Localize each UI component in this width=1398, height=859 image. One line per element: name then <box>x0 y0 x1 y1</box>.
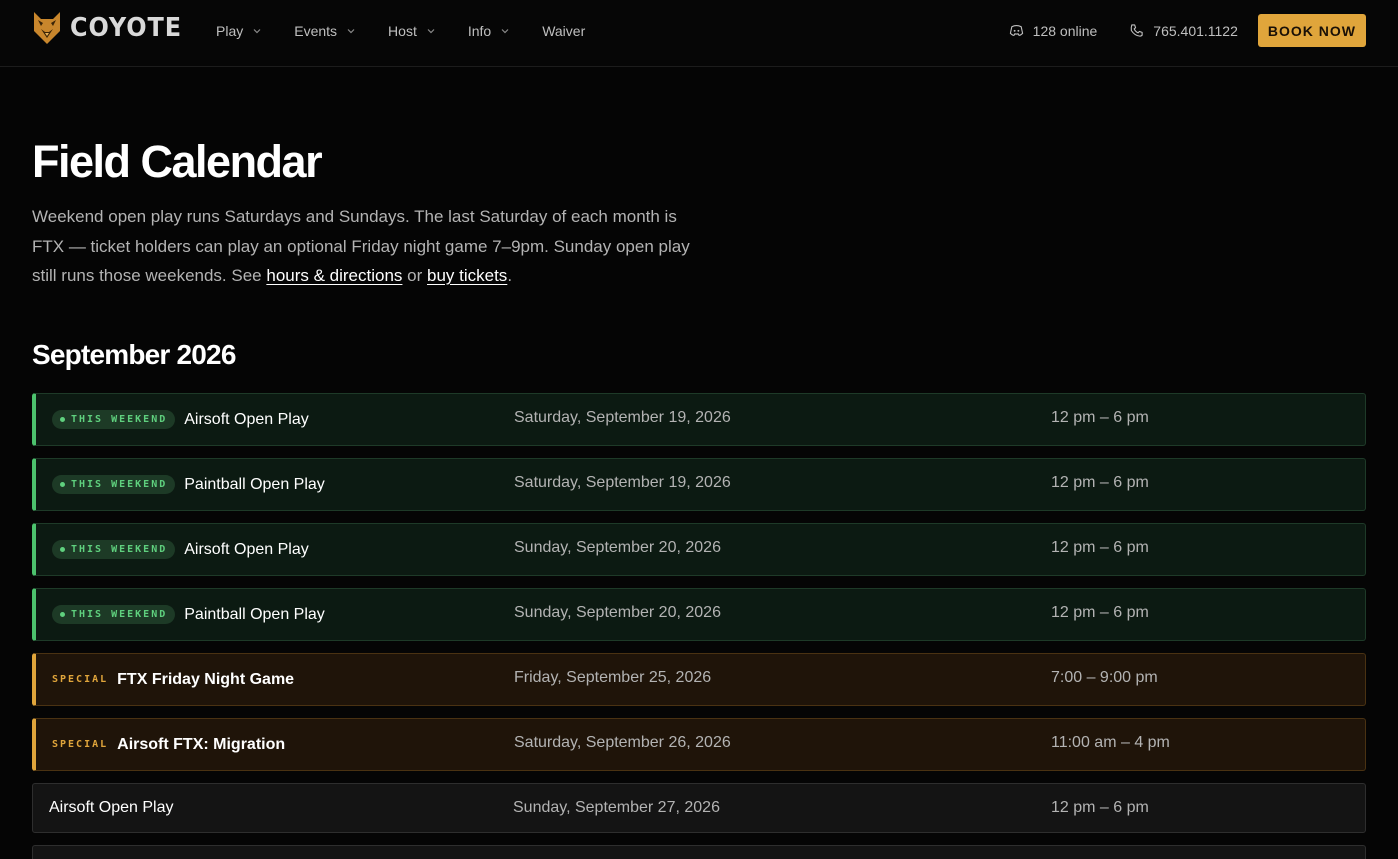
event-name: Airsoft Open Play <box>184 410 309 428</box>
event-name: Airsoft FTX: Migration <box>117 735 286 753</box>
event-row[interactable]: THIS WEEKEND Paintball Open Play Sunday,… <box>32 588 1366 641</box>
discord-online-link[interactable]: 128 online <box>1009 22 1098 39</box>
event-row-partial[interactable] <box>32 845 1366 859</box>
event-date: Saturday, September 19, 2026 <box>514 409 731 426</box>
event-name: Paintball Open Play <box>184 605 325 623</box>
chevron-down-icon <box>501 29 509 34</box>
badge-label: THIS WEEKEND <box>71 609 168 620</box>
logo-text: COYOTE <box>70 13 183 43</box>
live-dot-icon <box>60 612 65 617</box>
live-dot-icon <box>60 547 65 552</box>
event-name: Airsoft Open Play <box>49 799 174 816</box>
event-time: 11:00 am – 4 pm <box>1051 734 1170 751</box>
event-title-group: Airsoft Open Play <box>49 784 174 832</box>
event-date: Friday, September 25, 2026 <box>514 669 712 686</box>
chevron-down-icon <box>427 29 435 34</box>
event-row[interactable]: THIS WEEKEND Airsoft Open Play Saturday,… <box>32 393 1366 446</box>
header-actions: 128 online 765.401.1122 BOOK NOW <box>1009 14 1366 47</box>
nav-host-label: Host <box>388 23 417 39</box>
event-date: Saturday, September 26, 2026 <box>514 734 731 751</box>
event-list: THIS WEEKEND Airsoft Open Play Saturday,… <box>32 393 1366 859</box>
nav-events[interactable]: Events <box>294 23 356 39</box>
event-title-group: THIS WEEKEND Paintball Open Play <box>52 589 325 640</box>
chevron-down-icon <box>253 29 261 34</box>
this-weekend-badge: THIS WEEKEND <box>52 475 176 494</box>
event-name: Airsoft Open Play <box>184 540 309 558</box>
event-time: 12 pm – 6 pm <box>1051 409 1149 426</box>
logo[interactable]: COYOTE <box>32 10 192 46</box>
special-badge: SPECIAL <box>52 674 109 685</box>
chevron-down-icon <box>347 29 355 34</box>
intro-or: or <box>402 266 427 285</box>
badge-label: THIS WEEKEND <box>71 544 168 555</box>
event-time: 12 pm – 6 pm <box>1051 799 1149 816</box>
nav-events-label: Events <box>294 23 338 39</box>
event-time: 12 pm – 6 pm <box>1051 474 1149 491</box>
event-date: Sunday, September 27, 2026 <box>513 799 720 816</box>
event-date: Saturday, September 19, 2026 <box>514 474 731 491</box>
month-heading: September 2026 <box>32 339 236 370</box>
event-time: 7:00 – 9:00 pm <box>1051 669 1158 686</box>
nav-waiver[interactable]: Waiver <box>542 23 585 39</box>
hours-directions-link[interactable]: hours & directions <box>266 266 402 285</box>
this-weekend-badge: THIS WEEKEND <box>52 410 176 429</box>
page-title: Field Calendar <box>32 136 323 187</box>
special-badge: SPECIAL <box>52 739 109 750</box>
discord-icon <box>1009 25 1023 36</box>
this-weekend-badge: THIS WEEKEND <box>52 605 176 624</box>
phone-icon <box>1130 24 1143 37</box>
event-row[interactable]: THIS WEEKEND Paintball Open Play Saturda… <box>32 458 1366 511</box>
phone-link[interactable]: 765.401.1122 <box>1129 23 1238 39</box>
event-title-group: SPECIAL FTX Friday Night Game <box>52 654 294 705</box>
event-row[interactable]: SPECIAL FTX Friday Night Game Friday, Se… <box>32 653 1366 706</box>
main-nav: Play Events Host Info Waiver <box>216 20 585 42</box>
nav-play-label: Play <box>216 23 244 39</box>
nav-host[interactable]: Host <box>388 23 436 39</box>
event-name: FTX Friday Night Game <box>117 670 295 688</box>
event-title-group: THIS WEEKEND Paintball Open Play <box>52 459 325 510</box>
event-title-group: SPECIAL Airsoft FTX: Migration <box>52 719 285 770</box>
event-row[interactable]: Airsoft Open Play Sunday, September 27, … <box>32 783 1366 833</box>
event-name: Paintball Open Play <box>184 475 325 493</box>
buy-tickets-link[interactable]: buy tickets <box>427 266 507 285</box>
online-count: 128 online <box>1032 22 1098 39</box>
coyote-logo-icon <box>34 12 60 44</box>
event-title-group: THIS WEEKEND Airsoft Open Play <box>52 524 309 575</box>
event-time: 12 pm – 6 pm <box>1051 539 1149 556</box>
phone-number: 765.401.1122 <box>1153 22 1238 39</box>
event-time: 12 pm – 6 pm <box>1051 604 1149 621</box>
intro-end: . <box>507 266 513 285</box>
event-title-group: THIS WEEKEND Airsoft Open Play <box>52 394 309 445</box>
intro-paragraph: Weekend open play runs Saturdays and Sun… <box>32 202 712 291</box>
badge-label: THIS WEEKEND <box>71 414 168 425</box>
badge-label: THIS WEEKEND <box>71 479 168 490</box>
event-date: Sunday, September 20, 2026 <box>514 604 721 621</box>
live-dot-icon <box>60 417 65 422</box>
this-weekend-badge: THIS WEEKEND <box>52 540 176 559</box>
nav-play[interactable]: Play <box>216 23 262 39</box>
event-row[interactable]: SPECIAL Airsoft FTX: Migration Saturday,… <box>32 718 1366 771</box>
book-now-button[interactable]: BOOK NOW <box>1257 14 1366 47</box>
live-dot-icon <box>60 482 65 487</box>
event-row[interactable]: THIS WEEKEND Airsoft Open Play Sunday, S… <box>32 523 1366 576</box>
nav-info[interactable]: Info <box>468 23 510 39</box>
nav-waiver-label: Waiver <box>542 23 586 39</box>
site-header: COYOTE Play Events Host Info Waiver 128 … <box>0 0 1398 67</box>
event-date: Sunday, September 20, 2026 <box>514 539 721 556</box>
nav-info-label: Info <box>467 23 492 39</box>
